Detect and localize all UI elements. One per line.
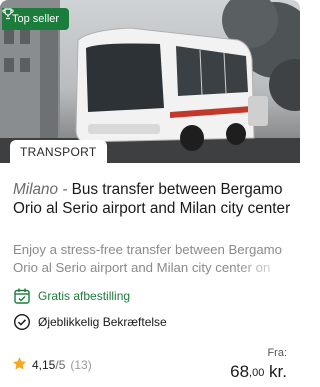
title-separator: -: [58, 181, 72, 198]
instant-confirmation-feature: Øjeblikkelig Bekræftelse: [13, 313, 167, 331]
price-from-label: Fra:: [267, 347, 287, 359]
instant-confirmation-label: Øjeblikkelig Bekræftelse: [38, 315, 167, 329]
free-cancellation-label: Gratis afbestilling: [38, 289, 131, 303]
price-whole: 68: [230, 362, 250, 381]
category-badge: TRANSPORT: [10, 140, 107, 163]
product-card[interactable]: Top seller TRANSPORT Milano - Bus transf…: [0, 0, 300, 387]
listing-location: Milano: [13, 181, 59, 198]
top-seller-badge: Top seller: [2, 8, 70, 30]
bus-photo[interactable]: Top seller TRANSPORT: [0, 0, 300, 163]
price-currency: kr.: [264, 362, 287, 381]
price-decimals: ,00: [249, 367, 265, 379]
rating-out-of: /5: [55, 358, 66, 372]
listing-description: Enjoy a stress-free transfer between Ber…: [13, 241, 293, 279]
top-seller-label: Top seller: [12, 13, 60, 25]
rating-score: 4,15: [32, 358, 56, 372]
check-circle-icon: [13, 313, 31, 331]
calendar-check-icon: [13, 287, 31, 305]
rating: 4,15/5 (13): [12, 356, 92, 374]
rating-count: (13): [70, 358, 92, 372]
free-cancellation-feature: Gratis afbestilling: [13, 287, 130, 305]
star-icon: [12, 356, 27, 374]
listing-title[interactable]: Milano - Bus transfer between Bergamo Or…: [13, 180, 293, 218]
price: 68,00 kr.: [230, 362, 287, 382]
